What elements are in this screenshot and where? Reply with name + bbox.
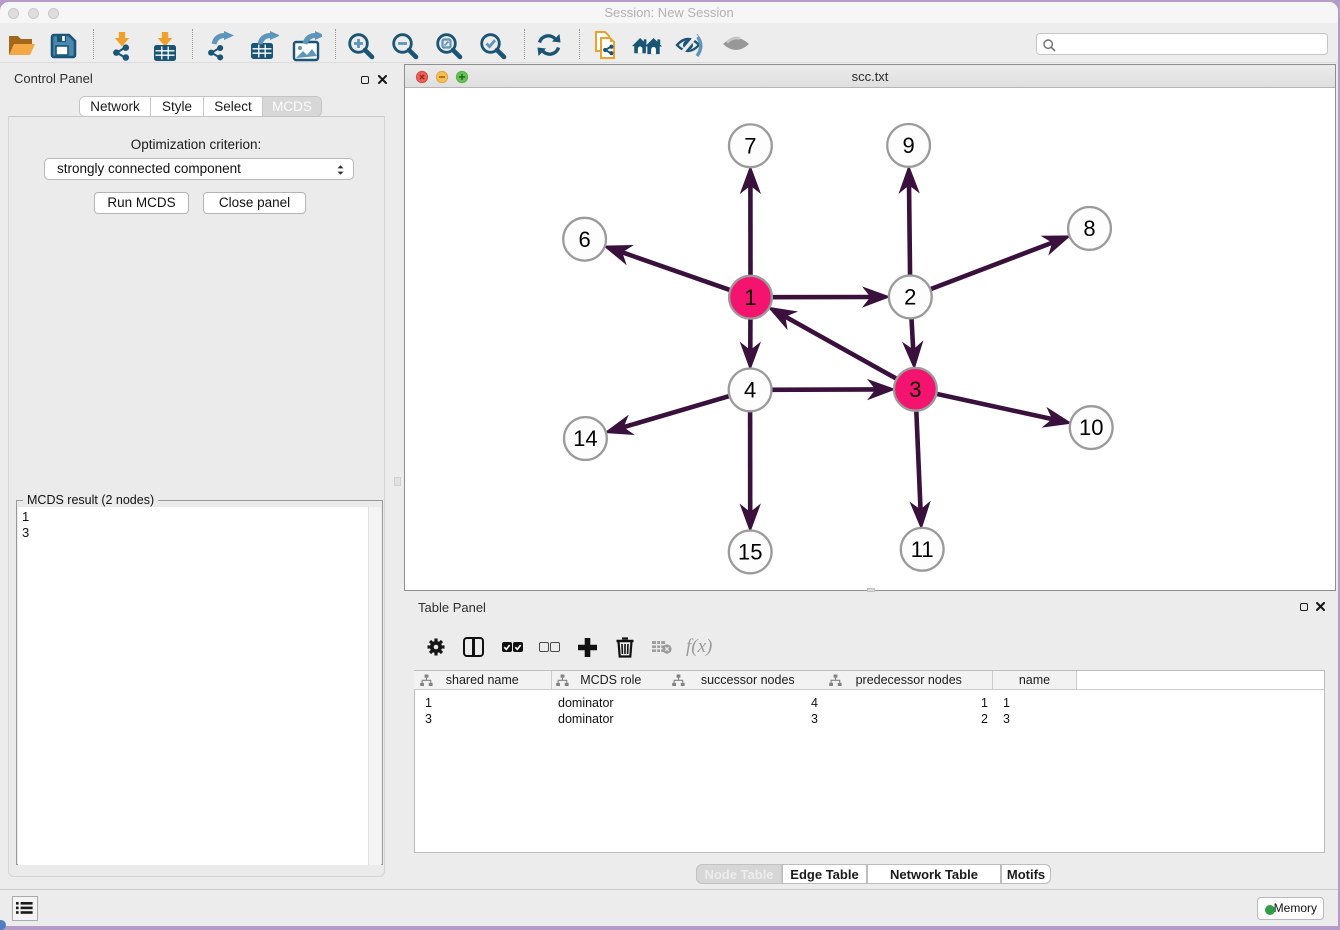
svg-text:3: 3 bbox=[909, 377, 921, 402]
svg-text:4: 4 bbox=[744, 378, 756, 403]
svg-text:2: 2 bbox=[904, 285, 916, 310]
svg-text:6: 6 bbox=[578, 227, 590, 252]
svg-text:9: 9 bbox=[902, 133, 914, 158]
svg-text:7: 7 bbox=[744, 133, 756, 158]
svg-text:15: 15 bbox=[738, 540, 762, 565]
svg-text:14: 14 bbox=[573, 426, 597, 451]
svg-text:1: 1 bbox=[744, 285, 756, 310]
svg-text:11: 11 bbox=[911, 537, 934, 562]
svg-text:10: 10 bbox=[1079, 415, 1103, 440]
svg-text:8: 8 bbox=[1083, 216, 1095, 241]
